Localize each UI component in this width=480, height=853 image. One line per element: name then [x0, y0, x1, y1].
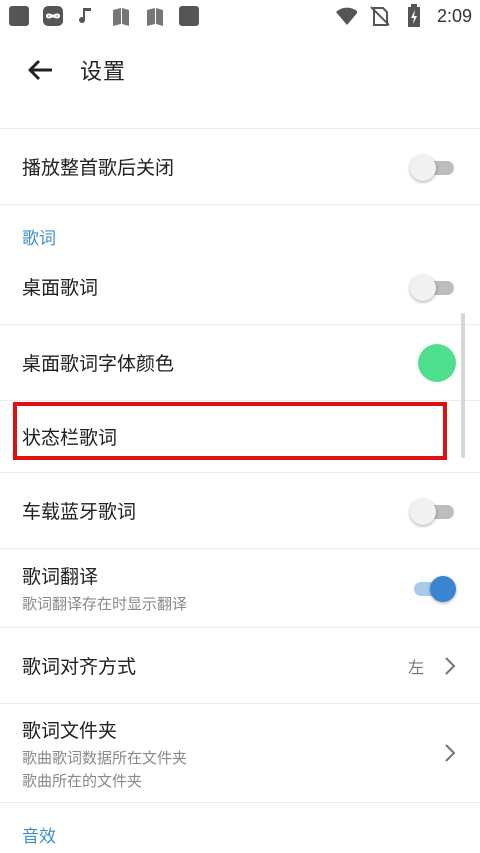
book-icon — [110, 5, 132, 27]
car-bluetooth-lyrics-toggle[interactable] — [410, 497, 456, 525]
setting-summary: 歌曲歌词数据所在文件夹 — [22, 748, 188, 767]
setting-label: 桌面歌词 — [22, 277, 99, 299]
clock: 2:09 — [436, 5, 472, 26]
music-note-icon — [76, 5, 98, 27]
setting-summary: 歌词翻译存在时显示翻译 — [22, 595, 188, 613]
app-square-icon — [8, 5, 30, 27]
app-bar: 设置 — [0, 32, 480, 108]
setting-status-bar-lyrics[interactable]: 状态栏歌词 — [0, 401, 480, 472]
setting-label: 状态栏歌词 — [22, 427, 118, 449]
setting-label: 歌词文件夹 — [22, 719, 118, 742]
setting-car-bluetooth-lyrics[interactable]: 车载蓝牙歌词 — [0, 473, 480, 548]
status-bar: 2:09 — [0, 0, 480, 32]
setting-label: 歌词对齐方式 — [22, 656, 137, 678]
notification-icons — [8, 5, 200, 27]
setting-lyrics-translation[interactable]: 歌词翻译 歌词翻译存在时显示翻译 — [0, 549, 480, 627]
infinity-icon — [42, 5, 64, 27]
setting-lyrics-alignment[interactable]: 歌词对齐方式 左 — [0, 628, 480, 703]
setting-label: 车载蓝牙歌词 — [22, 501, 137, 523]
section-header-lyrics: 歌词 — [22, 229, 56, 249]
chevron-right-icon — [445, 744, 456, 762]
desktop-lyrics-toggle[interactable] — [410, 273, 456, 301]
setting-desktop-lyrics-color[interactable]: 桌面歌词字体颜色 — [0, 325, 480, 400]
section-header-audio: 音效 — [22, 827, 56, 847]
setting-lyrics-folder[interactable]: 歌词文件夹 歌曲歌词数据所在文件夹 歌曲所在的文件夹 — [0, 704, 480, 802]
back-button[interactable] — [0, 32, 80, 108]
setting-summary: 歌曲所在的文件夹 — [22, 771, 143, 790]
setting-label: 桌面歌词字体颜色 — [22, 353, 175, 375]
battery-charging-icon — [403, 4, 425, 27]
settings-list: 播放整首歌后关闭 歌词 桌面歌词 桌面歌词字体颜色 状态栏歌词 车载蓝牙歌词 歌… — [0, 108, 480, 847]
setting-desktop-lyrics[interactable]: 桌面歌词 — [0, 249, 480, 324]
setting-label: 播放整首歌后关闭 — [22, 157, 175, 179]
chevron-right-icon — [445, 656, 456, 675]
wifi-icon — [335, 5, 357, 27]
setting-label: 歌词翻译 — [22, 566, 99, 588]
close-after-song-toggle[interactable] — [410, 153, 456, 181]
app-square-icon — [178, 5, 200, 27]
alignment-value: 左 — [407, 657, 424, 677]
lyrics-color-swatch[interactable] — [418, 343, 456, 382]
system-icons: 2:09 — [335, 4, 472, 27]
page-title: 设置 — [80, 60, 127, 85]
setting-close-after-song[interactable]: 播放整首歌后关闭 — [0, 129, 480, 204]
arrow-left-icon — [28, 59, 52, 81]
no-sim-icon — [369, 5, 391, 27]
scrollbar[interactable] — [461, 313, 465, 458]
lyrics-translation-toggle[interactable] — [410, 574, 456, 602]
book-icon — [144, 5, 166, 27]
